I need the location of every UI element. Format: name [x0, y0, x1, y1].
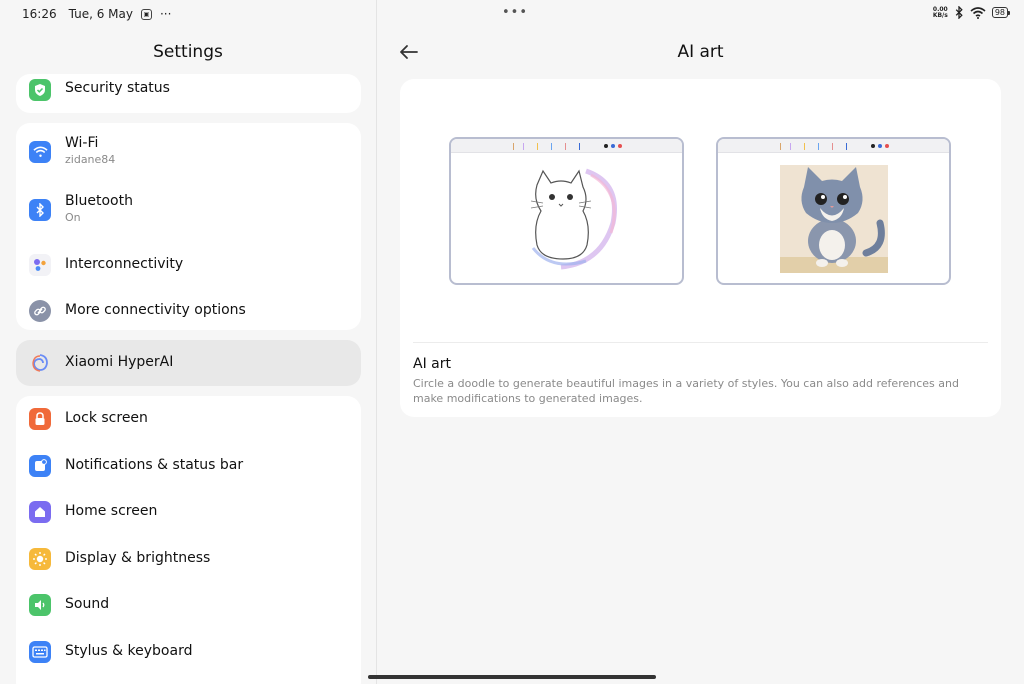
status-time: 16:26 [22, 7, 57, 21]
speaker-icon [29, 594, 51, 616]
settings-item-interconnectivity[interactable]: Interconnectivity [16, 247, 361, 283]
settings-item-more-connectivity[interactable]: More connectivity options [16, 293, 361, 329]
window-options-handle[interactable]: ••• [502, 5, 528, 20]
bluetooth-state: On [65, 211, 81, 224]
more-notifications-icon: ··· [159, 7, 172, 21]
preview-toolbar [718, 139, 949, 153]
settings-item-label: Home screen [65, 503, 158, 519]
settings-card-security: Security status [16, 74, 361, 113]
settings-item-sound[interactable]: Sound [16, 587, 361, 623]
battery-icon: 98 [991, 7, 1011, 18]
settings-item-lock-screen[interactable]: Lock screen [16, 401, 361, 437]
cat-illustration-icon [780, 165, 888, 273]
divider [413, 342, 988, 343]
detail-pane: AI art AI art Circle a doodle to generat… [377, 28, 1024, 684]
settings-item-label: Bluetooth [65, 193, 133, 209]
feature-description: Circle a doodle to generate beautiful im… [413, 377, 959, 405]
notification-icon [29, 455, 51, 477]
settings-item-notifications[interactable]: Notifications & status bar [16, 448, 361, 484]
lock-icon [29, 408, 51, 430]
app-notification-icon: ▣ [140, 8, 152, 20]
settings-item-bluetooth[interactable]: Bluetooth On [16, 185, 361, 235]
cat-sketch-icon [530, 168, 617, 270]
preview-toolbar [451, 139, 682, 153]
settings-item-stylus-keyboard[interactable]: Stylus & keyboard [16, 634, 361, 670]
wifi-icon [29, 141, 51, 163]
bluetooth-status-icon [955, 6, 963, 19]
home-indicator[interactable] [368, 675, 656, 679]
settings-item-label: Notifications & status bar [65, 457, 244, 473]
feature-title: AI art [413, 356, 451, 372]
settings-item-security-status[interactable]: Security status [16, 74, 361, 104]
home-icon [29, 501, 51, 523]
settings-item-label: Wi-Fi [65, 135, 99, 151]
settings-item-label: Interconnectivity [65, 256, 184, 272]
hyperai-icon [29, 352, 51, 374]
doodle-preview-image [449, 137, 684, 285]
settings-item-label: More connectivity options [65, 302, 246, 318]
status-date: Tue, 6 May [68, 7, 133, 21]
settings-item-home-screen[interactable]: Home screen [16, 494, 361, 530]
settings-item-wifi[interactable]: Wi-Fi zidane84 [16, 127, 361, 177]
settings-item-label: Security status [65, 80, 170, 96]
sun-icon [29, 548, 51, 570]
interconnectivity-icon [29, 254, 51, 276]
settings-item-xiaomi-hyperai[interactable]: Xiaomi HyperAI [16, 340, 361, 386]
settings-item-label: Lock screen [65, 410, 148, 426]
settings-card-personalization: Lock screen Notifications & status bar H… [16, 396, 361, 684]
settings-item-label: Sound [65, 596, 110, 612]
detail-title: AI art [677, 42, 724, 62]
generated-preview-image [716, 137, 951, 285]
shield-icon [29, 79, 51, 101]
settings-item-label: Display & brightness [65, 550, 211, 566]
settings-card-connectivity: Wi-Fi zidane84 Bluetooth On Interconnect… [16, 123, 361, 330]
status-bar: 16:26 Tue, 6 May ▣ ··· ••• 0.00 KB/s 98 [0, 0, 1024, 28]
ai-art-card: AI art Circle a doodle to generate beaut… [400, 79, 1001, 417]
net-speed: 0.00 KB/s [932, 5, 948, 19]
settings-item-label: Xiaomi HyperAI [65, 354, 174, 370]
settings-list-pane: Settings Security status Wi-Fi zidane84 [0, 28, 376, 684]
keyboard-icon [29, 641, 51, 663]
bluetooth-icon [29, 199, 51, 221]
wifi-network-name: zidane84 [65, 153, 116, 166]
settings-item-label: Stylus & keyboard [65, 643, 193, 659]
wifi-status-icon [970, 6, 986, 19]
settings-item-display-brightness[interactable]: Display & brightness [16, 541, 361, 577]
link-icon [29, 300, 51, 322]
settings-card-hyperai: Xiaomi HyperAI [16, 340, 361, 386]
page-title: Settings [153, 42, 223, 62]
